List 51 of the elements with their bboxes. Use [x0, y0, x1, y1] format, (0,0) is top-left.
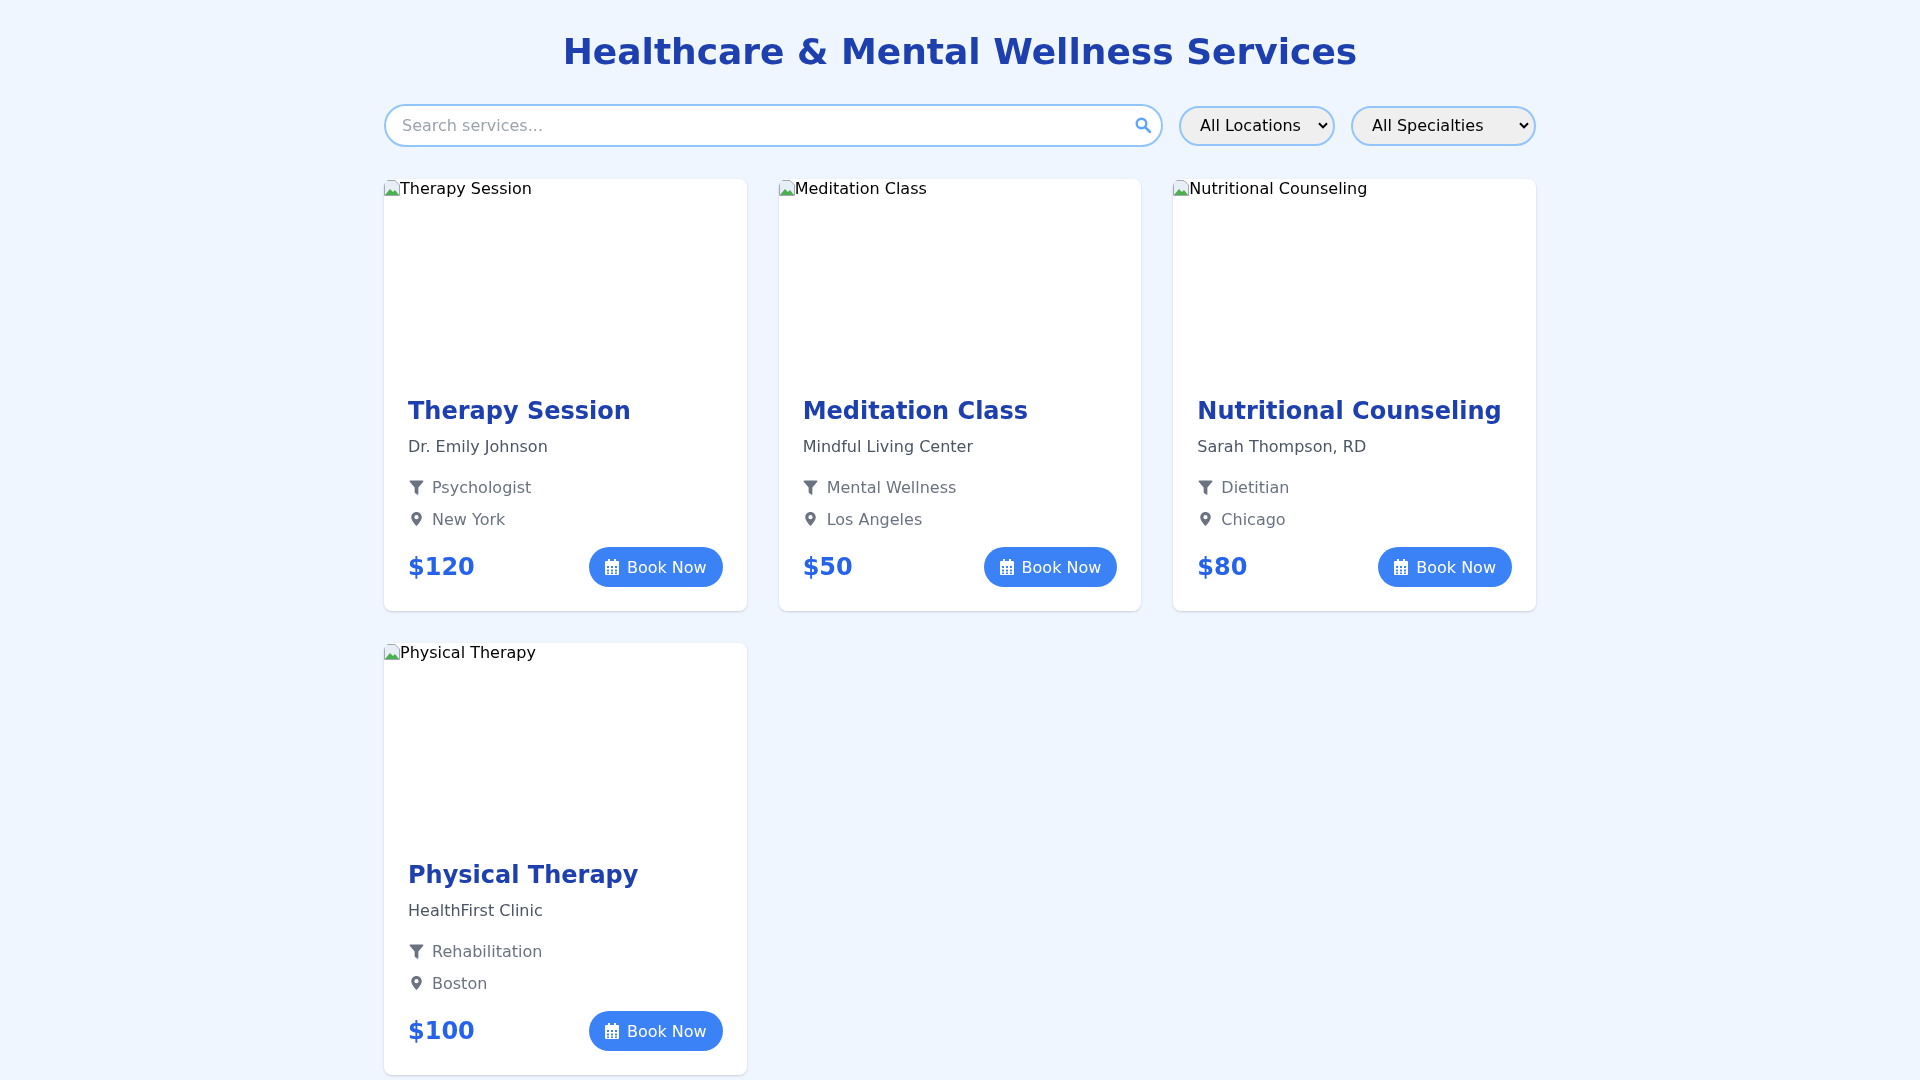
provider-name: Dr. Emily Johnson	[408, 436, 549, 458]
image-alt-text: Physical Therapy	[400, 643, 536, 662]
specialty-text: Psychologist	[432, 477, 532, 497]
map-pin-icon	[410, 976, 422, 990]
search-icon[interactable]	[1135, 117, 1151, 133]
location-text: New York	[432, 509, 506, 529]
provider-name: Sarah Thompson, RD	[1197, 436, 1368, 458]
service-title: Physical Therapy	[408, 860, 640, 891]
location-text: Boston	[432, 973, 488, 993]
search-field[interactable]: Search services...	[384, 104, 1163, 147]
location-text: Los Angeles	[826, 509, 923, 529]
book-now-button[interactable]: Book Now	[1378, 547, 1512, 587]
service-title: Therapy Session	[408, 396, 632, 427]
broken-image-icon	[778, 180, 795, 196]
image-alt-text: Meditation Class	[794, 179, 927, 198]
map-pin-icon	[805, 512, 817, 526]
provider-name: HealthFirst Clinic	[408, 900, 544, 922]
map-pin-icon	[410, 512, 422, 526]
provider-name: Mindful Living Center	[802, 436, 974, 458]
broken-image-icon	[384, 644, 400, 660]
map-pin-icon	[1199, 512, 1211, 526]
chevron-down-icon	[1318, 122, 1328, 129]
calendar-icon	[1394, 559, 1409, 575]
calendar-icon	[604, 559, 619, 575]
calendar-icon	[999, 559, 1014, 575]
book-now-button[interactable]: Book Now	[983, 547, 1118, 587]
filter-dropdown[interactable]: All Specialties	[1351, 105, 1536, 146]
service-title: Nutritional Counseling	[1197, 396, 1503, 427]
price-text: $120	[408, 552, 475, 583]
image-alt-text: Nutritional Counseling	[1189, 179, 1368, 198]
location-text: Chicago	[1221, 509, 1286, 529]
book-now-button[interactable]: Book Now	[588, 547, 723, 587]
chevron-down-icon	[1519, 122, 1529, 129]
calendar-icon	[604, 1023, 619, 1039]
specialty-text: Rehabilitation	[432, 941, 543, 961]
page-title: Healthcare & Mental Wellness Services	[561, 32, 1359, 72]
filter-dropdown[interactable]: All Locations	[1179, 105, 1335, 146]
book-now-button[interactable]: Book Now	[588, 1011, 723, 1051]
broken-image-icon	[1173, 180, 1190, 196]
specialty-text: Dietitian	[1221, 477, 1290, 497]
price-text: $100	[408, 1016, 475, 1047]
funnel-icon	[1197, 479, 1213, 495]
service-title: Meditation Class	[802, 396, 1030, 427]
broken-image-icon	[384, 180, 400, 196]
price-text: $80	[1197, 552, 1248, 583]
funnel-icon	[803, 479, 819, 495]
image-alt-text: Therapy Session	[400, 179, 532, 198]
price-text: $50	[802, 552, 853, 583]
specialty-text: Mental Wellness	[826, 477, 957, 497]
funnel-icon	[408, 479, 424, 495]
funnel-icon	[408, 943, 424, 959]
